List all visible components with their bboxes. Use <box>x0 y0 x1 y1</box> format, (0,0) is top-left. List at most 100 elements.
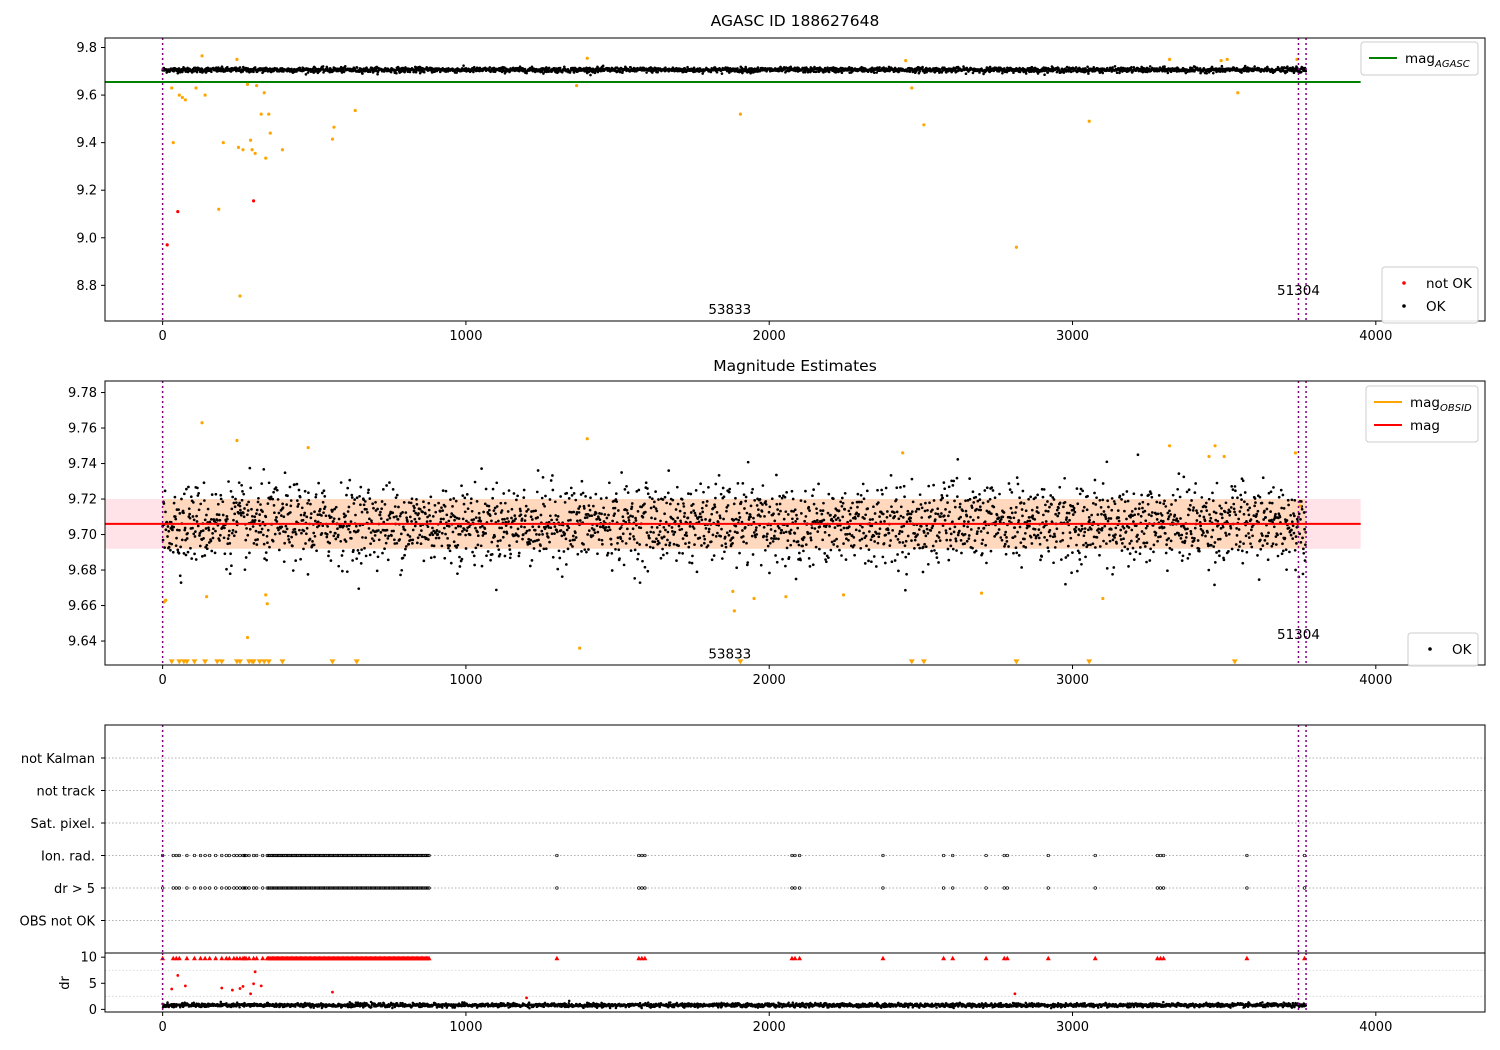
ok-point <box>514 517 517 521</box>
ok-point <box>210 70 213 74</box>
ok-point <box>546 535 550 539</box>
ok-point <box>763 514 766 518</box>
ok-point <box>649 530 653 534</box>
ok-point <box>574 531 577 535</box>
ok-point <box>238 66 242 69</box>
ok-point <box>448 549 452 553</box>
outlier-point <box>738 112 743 116</box>
ok-point <box>342 524 345 528</box>
ok-point <box>734 524 738 528</box>
ok-point <box>845 532 849 536</box>
ok-point <box>894 534 898 538</box>
ok-point <box>821 538 825 542</box>
ok-point <box>932 499 936 502</box>
ok-point <box>183 526 187 530</box>
ok-point <box>456 543 460 547</box>
ok-point <box>714 535 718 538</box>
ok-point <box>931 508 934 512</box>
ok-point <box>220 65 224 68</box>
ok-point <box>397 505 400 509</box>
ok-point <box>354 513 357 517</box>
ok-point <box>970 506 974 510</box>
ok-point <box>594 512 598 515</box>
ok-point <box>228 541 232 545</box>
ok-point <box>253 518 257 522</box>
ok-point <box>449 561 453 565</box>
ok-point <box>389 70 393 74</box>
ok-point <box>627 519 631 522</box>
ok-point <box>386 558 390 562</box>
ok-point <box>610 552 614 555</box>
ok-point <box>434 536 438 540</box>
ok-point <box>945 538 949 542</box>
ok-point <box>523 519 527 522</box>
ok-point <box>605 496 608 500</box>
ok-point <box>867 548 871 552</box>
ok-point <box>978 498 982 501</box>
ok-point <box>645 71 648 74</box>
ok-point <box>867 559 870 563</box>
ok-point <box>899 505 903 509</box>
ok-point <box>555 518 559 521</box>
ok-point <box>345 570 349 574</box>
ok-point <box>853 553 856 557</box>
ok-point <box>918 493 922 497</box>
ok-point <box>827 492 831 496</box>
ok-point <box>266 502 270 505</box>
ok-point <box>199 502 203 506</box>
ok-point <box>498 552 502 556</box>
ok-point <box>951 547 955 551</box>
ok-point <box>775 560 779 564</box>
ok-point <box>163 546 167 549</box>
ok-point <box>995 513 999 517</box>
legend-point-swatch <box>1402 304 1406 308</box>
ok-point <box>360 510 364 514</box>
ok-point <box>645 543 648 547</box>
ok-point <box>947 558 951 562</box>
ok-point <box>540 496 544 500</box>
ok-point <box>741 482 745 485</box>
ok-point <box>788 532 792 535</box>
ok-point <box>775 502 779 506</box>
ok-point <box>826 511 830 515</box>
ok-point <box>895 510 899 514</box>
outlier-point <box>248 138 253 142</box>
ok-point <box>944 508 947 511</box>
ok-point <box>470 509 474 513</box>
ok-point <box>367 488 370 492</box>
ok-point <box>673 530 677 534</box>
ok-point <box>169 548 172 552</box>
ok-point <box>179 581 183 584</box>
y-tick-label: 9.0 <box>76 231 97 246</box>
ok-point <box>303 489 307 493</box>
ok-point <box>728 529 732 533</box>
ok-point <box>293 527 297 531</box>
ok-point <box>353 498 357 501</box>
ok-point <box>341 569 344 573</box>
ok-point <box>418 517 421 520</box>
ok-point <box>1027 516 1031 519</box>
ok-point <box>1016 530 1019 534</box>
ok-point <box>803 500 807 503</box>
ok-point <box>906 509 910 513</box>
ok-point <box>167 545 171 549</box>
ok-point <box>601 64 605 68</box>
ok-point <box>607 525 611 529</box>
ok-point <box>594 492 598 496</box>
obsid-annotation: 53833 <box>708 302 751 318</box>
ok-point <box>179 545 182 549</box>
x-tick-label: 0 <box>158 329 166 344</box>
ok-point <box>383 547 386 551</box>
outlier-point <box>1087 119 1091 123</box>
ok-point <box>652 531 655 534</box>
ok-point <box>551 555 555 559</box>
ok-point <box>286 494 289 498</box>
ok-point <box>225 517 229 521</box>
ok-point <box>605 516 609 520</box>
ok-point <box>937 561 940 564</box>
ok-point <box>1019 541 1023 545</box>
ok-point <box>791 497 795 501</box>
ok-point <box>609 537 613 541</box>
legend-label: OK <box>1426 299 1447 315</box>
ok-point <box>1012 516 1016 520</box>
